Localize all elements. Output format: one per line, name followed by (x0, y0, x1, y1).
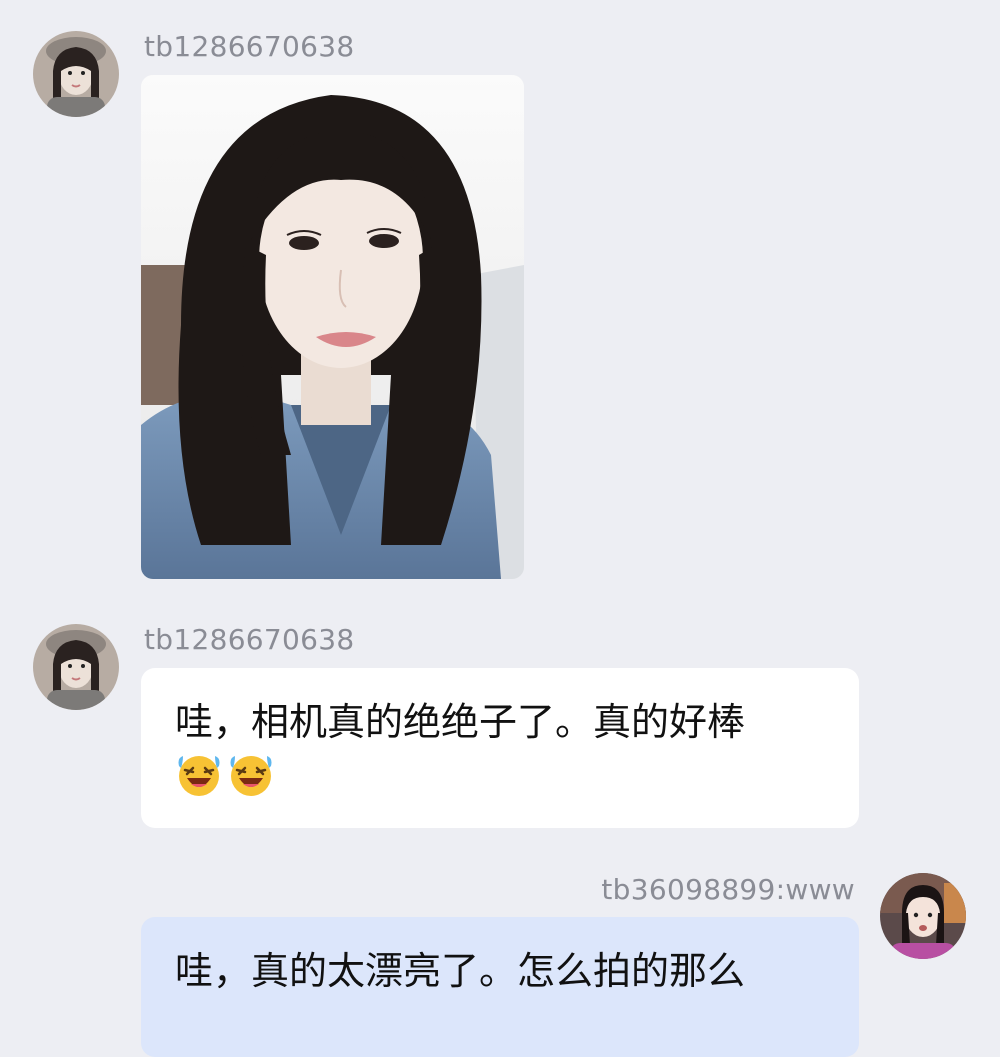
avatar-self[interactable] (880, 873, 966, 959)
self-username: tb36098899:www (601, 873, 855, 906)
laughing-tears-emoji-icon (175, 750, 223, 798)
message-text: 哇，真的太漂亮了。怎么拍的那么 (175, 949, 746, 993)
message-bubble-outgoing[interactable]: 哇，真的太漂亮了。怎么拍的那么 (141, 917, 859, 1057)
avatar-sender[interactable] (33, 624, 119, 710)
sender-username: tb1286670638 (144, 623, 355, 656)
selfie-photo (141, 75, 524, 579)
avatar-sender[interactable] (33, 31, 119, 117)
message-bubble[interactable]: 哇，相机真的绝绝子了。真的好棒 (141, 668, 859, 828)
image-message[interactable] (141, 75, 524, 579)
laughing-tears-emoji-icon (227, 750, 275, 798)
sender-username: tb1286670638 (144, 30, 355, 63)
message-text: 哇，相机真的绝绝子了。真的好棒 (175, 700, 746, 744)
